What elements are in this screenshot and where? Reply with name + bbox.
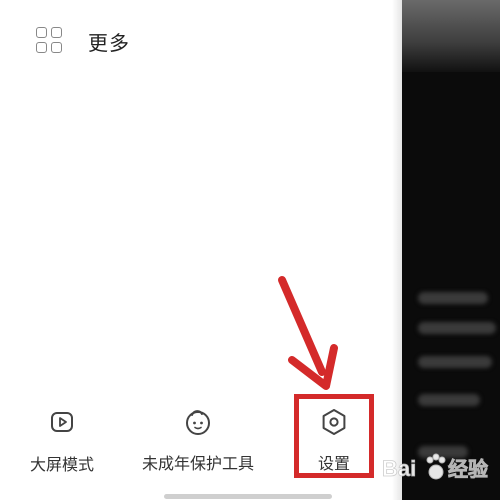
child-face-icon: [180, 404, 216, 440]
paw-icon: [426, 453, 446, 480]
highlight-box: [294, 394, 374, 478]
big-screen-mode-button[interactable]: 大屏模式: [30, 404, 94, 475]
big-screen-mode-label: 大屏模式: [30, 455, 95, 474]
blurred-text-line: [418, 322, 496, 334]
blurred-text-line: [418, 394, 480, 406]
watermark-latin: Bai: [382, 456, 416, 481]
home-indicator-bar[interactable]: [164, 494, 332, 499]
minor-protection-tools-label: 未成年保护工具: [142, 454, 255, 473]
blurred-text-line: [418, 356, 492, 368]
background-video-strip: [402, 0, 500, 500]
watermark-cn: 经验: [448, 457, 488, 481]
play-screen-icon: [44, 404, 80, 440]
more-header[interactable]: 更多: [36, 26, 130, 56]
red-arrow-annotation: [278, 276, 338, 390]
blurred-text-line: [418, 292, 488, 304]
grid-icon: [36, 27, 64, 55]
minor-protection-tools-button[interactable]: 未成年保护工具: [142, 404, 254, 474]
more-drawer: 更多 大屏模式 未成年保护工具 设置: [0, 0, 402, 500]
video-thumbnail: [402, 0, 500, 72]
baidu-jingyan-watermark: Bai 经验: [382, 453, 488, 481]
more-label: 更多: [88, 30, 130, 55]
